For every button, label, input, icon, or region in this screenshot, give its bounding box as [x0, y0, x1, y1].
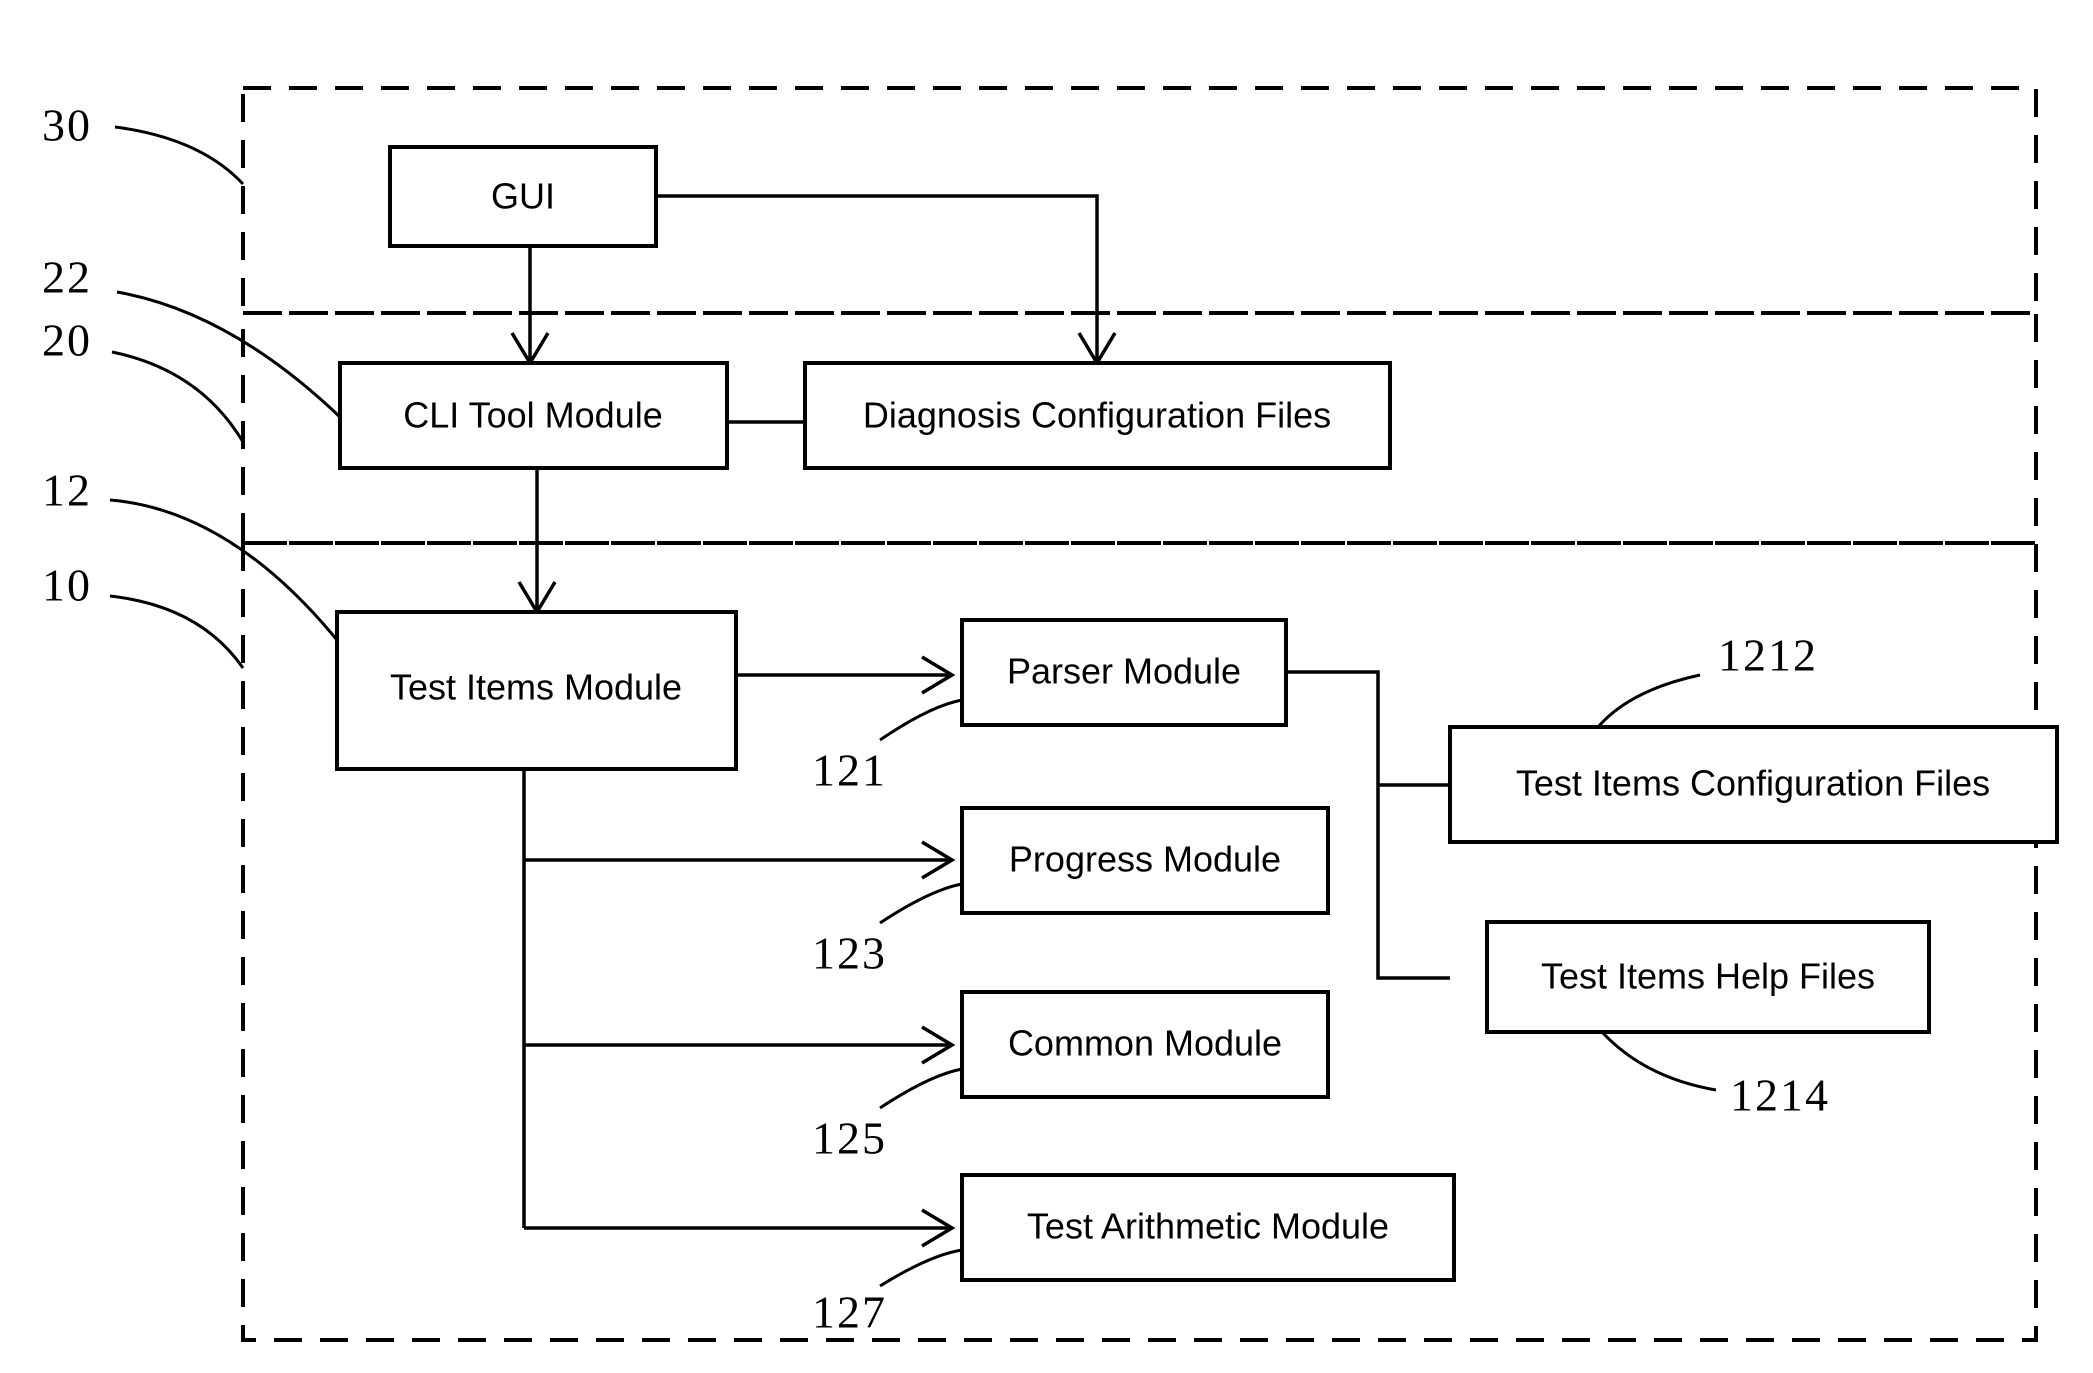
leader-line-123: [879, 882, 963, 925]
leader-line-127: [879, 1248, 963, 1288]
ref-numeral-125: 125: [812, 1113, 887, 1164]
box-test-items-module-label: Test Items Module: [390, 667, 682, 708]
ref-numeral-127: 127: [812, 1287, 887, 1338]
ref-numeral-30: 30: [42, 100, 92, 151]
ref-numeral-12: 12: [42, 465, 92, 516]
ref-numeral-20: 20: [42, 315, 92, 366]
box-parser-module-label: Parser Module: [1007, 651, 1241, 692]
ref-numeral-123: 123: [812, 928, 887, 979]
box-common-module-label: Common Module: [1008, 1023, 1282, 1064]
leader-line-12: [109, 498, 339, 641]
ref-numeral-121: 121: [812, 745, 887, 796]
patent-figure: GUI CLI Tool Module Diagnosis Configurat…: [0, 0, 2093, 1373]
connector-gui-to-diagnosis-files: [656, 194, 1099, 361]
box-test-items-help-files-label: Test Items Help Files: [1541, 956, 1875, 997]
ref-numeral-1214: 1214: [1730, 1070, 1830, 1121]
leader-line-1214: [1600, 1030, 1717, 1092]
leader-line-22: [116, 290, 342, 419]
leader-line-125: [879, 1067, 963, 1110]
box-test-arithmetic-module-label: Test Arithmetic Module: [1027, 1206, 1389, 1247]
leader-line-30: [114, 125, 245, 186]
box-gui-label: GUI: [491, 176, 555, 217]
ref-numeral-22: 22: [42, 252, 92, 303]
ref-numeral-10: 10: [42, 560, 92, 611]
leader-line-121: [879, 698, 963, 742]
leader-line-10: [109, 594, 245, 669]
box-diagnosis-configuration-files-label: Diagnosis Configuration Files: [863, 395, 1331, 436]
ref-numeral-1212: 1212: [1718, 630, 1818, 681]
leader-line-20: [111, 350, 245, 443]
box-progress-module-label: Progress Module: [1009, 839, 1281, 880]
leader-line-1212: [1596, 673, 1701, 728]
box-test-items-configuration-files-label: Test Items Configuration Files: [1516, 763, 1990, 804]
box-cli-tool-module-label: CLI Tool Module: [403, 395, 663, 436]
